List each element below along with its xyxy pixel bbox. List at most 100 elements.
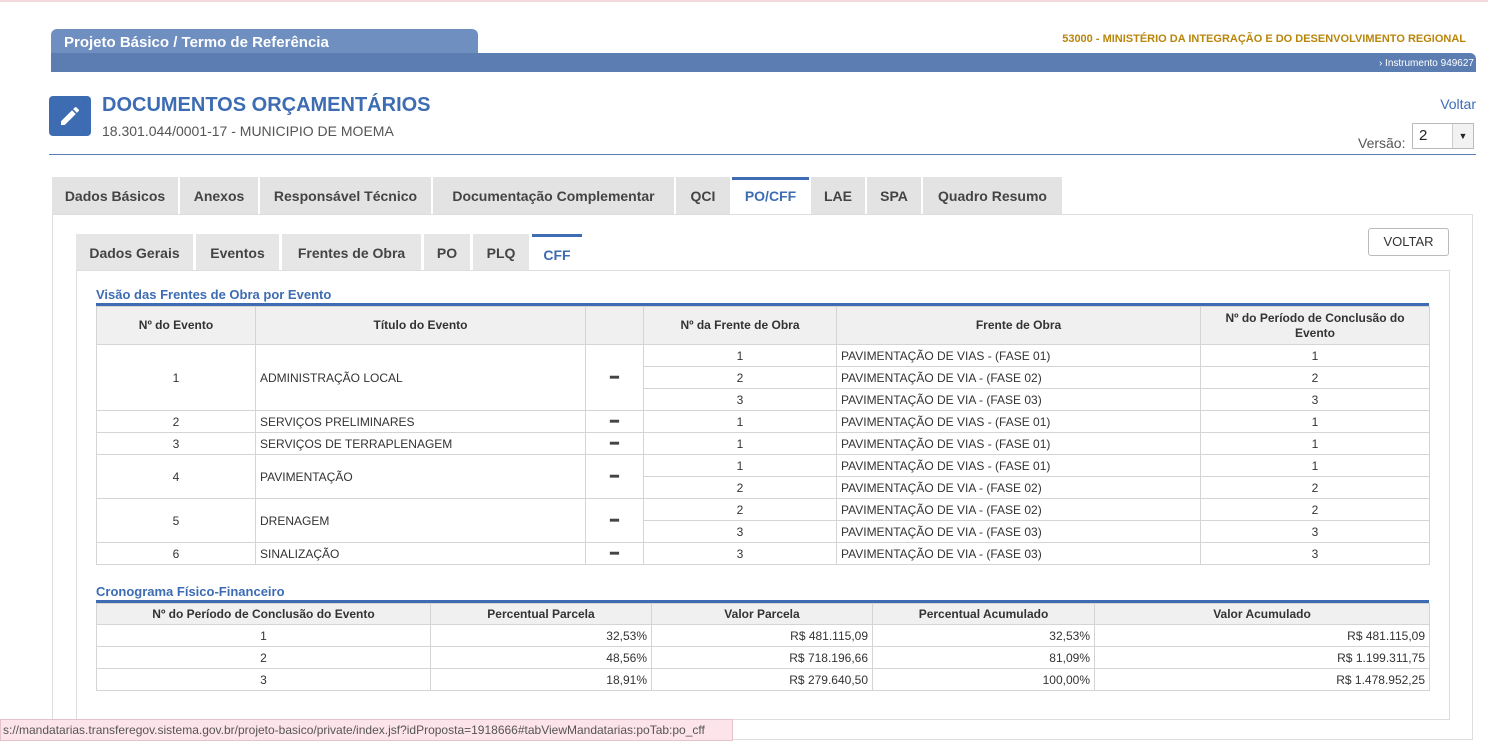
- tab-spa[interactable]: SPA: [867, 177, 921, 214]
- cronograma-table: Nº do Período de Conclusão do Evento Per…: [96, 603, 1430, 691]
- table-row: 2 SERVIÇOS PRELIMINARES ━ 1 PAVIMENTAÇÃO…: [96, 410, 1430, 433]
- front-number: 1: [643, 454, 837, 477]
- versao-value: 2: [1419, 127, 1428, 144]
- front-period: 1: [1200, 454, 1430, 477]
- table-header-row: Nº do Período de Conclusão do Evento Per…: [96, 603, 1430, 625]
- versao-label: Versão:: [1358, 135, 1406, 151]
- col-header-valor-parcela: Valor Parcela: [651, 603, 873, 625]
- tab-dados-basicos[interactable]: Dados Básicos: [52, 177, 178, 214]
- event-number: 3: [96, 432, 256, 455]
- front-name: PAVIMENTAÇÃO DE VIA - (FASE 03): [836, 388, 1201, 411]
- front-number: 1: [643, 410, 837, 433]
- front-name: PAVIMENTAÇÃO DE VIA - (FASE 03): [836, 520, 1201, 543]
- valor-acumulado-cell: R$ 1.478.952,25: [1094, 668, 1430, 691]
- minus-icon[interactable]: ━: [610, 545, 618, 561]
- valor-parcela-cell: R$ 481.115,09: [651, 624, 873, 647]
- collapse-event-button[interactable]: ━: [585, 410, 644, 433]
- tab-anexos[interactable]: Anexos: [180, 177, 258, 214]
- front-period: 3: [1200, 520, 1430, 543]
- table-row: 5 DRENAGEM ━ 2 PAVIMENTAÇÃO DE VIA - (FA…: [96, 498, 1430, 543]
- col-header-evento: Nº do Evento: [96, 306, 256, 345]
- minus-icon[interactable]: ━: [610, 512, 618, 528]
- page-subtitle: 18.301.044/0001-17 - MUNICIPIO DE MOEMA: [102, 123, 394, 139]
- section-title-frentes: Visão das Frentes de Obra por Evento: [96, 287, 332, 302]
- front-name: PAVIMENTAÇÃO DE VIA - (FASE 03): [836, 542, 1201, 565]
- front-period: 2: [1200, 476, 1430, 499]
- collapse-event-button[interactable]: ━: [585, 542, 644, 565]
- front-name: PAVIMENTAÇÃO DE VIAS - (FASE 01): [836, 344, 1201, 367]
- event-number: 5: [96, 498, 256, 543]
- voltar-button[interactable]: VOLTAR: [1368, 228, 1449, 256]
- front-name: PAVIMENTAÇÃO DE VIA - (FASE 02): [836, 498, 1201, 521]
- top-border: [0, 0, 1488, 2]
- page-title: DOCUMENTOS ORÇAMENTÁRIOS: [102, 94, 431, 116]
- col-header-titulo: Título do Evento: [255, 306, 586, 345]
- valor-parcela-cell: R$ 279.640,50: [651, 668, 873, 691]
- event-title: ADMINISTRAÇÃO LOCAL: [255, 344, 586, 411]
- col-header-valor-acumulado: Valor Acumulado: [1094, 603, 1430, 625]
- frentes-table: Nº do Evento Título do Evento Nº da Fren…: [96, 306, 1430, 565]
- minus-icon[interactable]: ━: [610, 468, 618, 484]
- period-cell: 2: [96, 646, 431, 669]
- tab-po-cff[interactable]: PO/CFF: [732, 177, 809, 214]
- front-name: PAVIMENTAÇÃO DE VIAS - (FASE 01): [836, 432, 1201, 455]
- valor-acumulado-cell: R$ 481.115,09: [1094, 624, 1430, 647]
- collapse-event-button[interactable]: ━: [585, 344, 644, 411]
- table-header-row: Nº do Evento Título do Evento Nº da Fren…: [96, 306, 1430, 345]
- front-name: PAVIMENTAÇÃO DE VIAS - (FASE 01): [836, 410, 1201, 433]
- table-row: 3 SERVIÇOS DE TERRAPLENAGEM ━ 1 PAVIMENT…: [96, 432, 1430, 455]
- status-bar-url: s://mandatarias.transferegov.sistema.gov…: [0, 719, 733, 741]
- collapse-event-button[interactable]: ━: [585, 498, 644, 543]
- event-title: SERVIÇOS DE TERRAPLENAGEM: [255, 432, 586, 455]
- minus-icon[interactable]: ━: [610, 369, 618, 385]
- front-name: PAVIMENTAÇÃO DE VIA - (FASE 02): [836, 366, 1201, 389]
- subtab-frentes-de-obra[interactable]: Frentes de Obra: [282, 234, 421, 270]
- tab-responsavel-tecnico[interactable]: Responsável Técnico: [260, 177, 431, 214]
- subtab-cff[interactable]: CFF: [532, 234, 582, 270]
- minus-icon[interactable]: ━: [610, 435, 618, 451]
- percentual-parcela-cell: 18,91%: [430, 668, 652, 691]
- table-row: 1 ADMINISTRAÇÃO LOCAL ━ 1 PAVIMENTAÇÃO D…: [96, 344, 1430, 411]
- instrument-label: › Instrumento 949627: [1378, 58, 1474, 69]
- voltar-link[interactable]: Voltar: [1440, 96, 1476, 112]
- minus-icon[interactable]: ━: [610, 413, 618, 429]
- tab-qci[interactable]: QCI: [676, 177, 730, 214]
- collapse-event-button[interactable]: ━: [585, 454, 644, 499]
- event-number: 2: [96, 410, 256, 433]
- front-number: 1: [643, 344, 837, 367]
- edit-button[interactable]: [49, 96, 91, 136]
- table-row: 1 32,53% R$ 481.115,09 32,53% R$ 481.115…: [96, 624, 1430, 647]
- event-title: PAVIMENTAÇÃO: [255, 454, 586, 499]
- subtab-dados-gerais[interactable]: Dados Gerais: [76, 234, 193, 270]
- col-header-frente: Frente de Obra: [836, 306, 1201, 345]
- front-number: 3: [643, 520, 837, 543]
- front-number: 1: [643, 432, 837, 455]
- subtab-eventos[interactable]: Eventos: [196, 234, 279, 270]
- tab-lae[interactable]: LAE: [811, 177, 865, 214]
- tab-quadro-resumo[interactable]: Quadro Resumo: [923, 177, 1062, 214]
- app-title: Projeto Básico / Termo de Referência: [64, 34, 329, 51]
- section-title-cronograma: Cronograma Físico-Financeiro: [96, 584, 285, 599]
- col-header-acao: [585, 306, 644, 345]
- front-period: 3: [1200, 388, 1430, 411]
- subtab-po[interactable]: PO: [424, 234, 470, 270]
- col-header-periodo: Nº do Período de Conclusão do Evento: [96, 603, 431, 625]
- valor-parcela-cell: R$ 718.196,66: [651, 646, 873, 669]
- front-name: PAVIMENTAÇÃO DE VIA - (FASE 02): [836, 476, 1201, 499]
- event-number: 4: [96, 454, 256, 499]
- table-row: 6 SINALIZAÇÃO ━ 3 PAVIMENTAÇÃO DE VIA - …: [96, 542, 1430, 565]
- organization-label: 53000 - MINISTÉRIO DA INTEGRAÇÃO E DO DE…: [1062, 33, 1466, 45]
- subtab-plq[interactable]: PLQ: [473, 234, 529, 270]
- col-header-percentual-parcela: Percentual Parcela: [430, 603, 652, 625]
- tab-documentacao-complementar[interactable]: Documentação Complementar: [433, 177, 674, 214]
- col-header-periodo: Nº do Período de Conclusão do Evento: [1200, 306, 1430, 345]
- front-name: PAVIMENTAÇÃO DE VIAS - (FASE 01): [836, 454, 1201, 477]
- percentual-acumulado-cell: 32,53%: [872, 624, 1095, 647]
- col-header-num-frente: Nº da Frente de Obra: [643, 306, 837, 345]
- collapse-event-button[interactable]: ━: [585, 432, 644, 455]
- chevron-down-icon[interactable]: ▼: [1452, 124, 1473, 148]
- event-number: 6: [96, 542, 256, 565]
- percentual-parcela-cell: 48,56%: [430, 646, 652, 669]
- versao-select[interactable]: 2 ▼: [1412, 123, 1474, 149]
- table-row: 3 18,91% R$ 279.640,50 100,00% R$ 1.478.…: [96, 668, 1430, 691]
